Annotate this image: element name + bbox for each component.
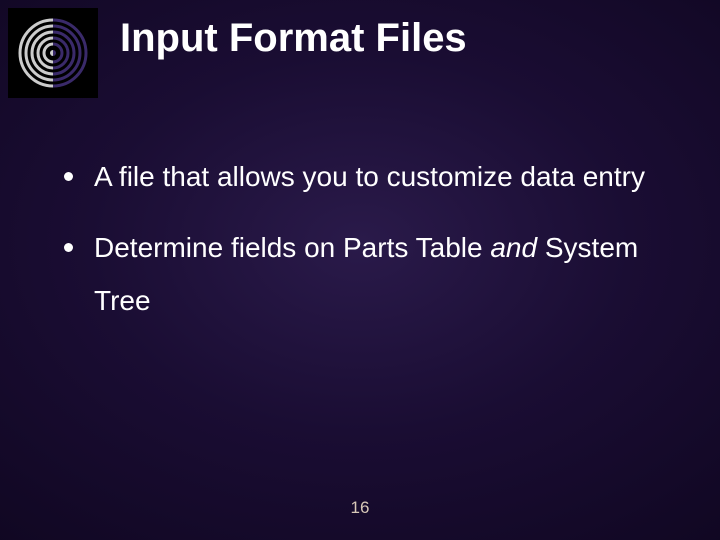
bullet-list: A file that allows you to customize data… (60, 150, 680, 328)
slide-title: Input Format Files (120, 16, 700, 61)
bullet-text: A file that allows you to customize data… (94, 161, 645, 192)
bullet-text-prefix: Determine fields on Parts Table (94, 232, 490, 263)
logo-icon (8, 8, 98, 98)
bullet-item: Determine fields on Parts Table and Syst… (60, 221, 680, 327)
slide-content: A file that allows you to customize data… (60, 150, 680, 346)
page-number: 16 (0, 498, 720, 518)
bullet-item: A file that allows you to customize data… (60, 150, 680, 203)
bullet-text-italic: and (490, 232, 537, 263)
